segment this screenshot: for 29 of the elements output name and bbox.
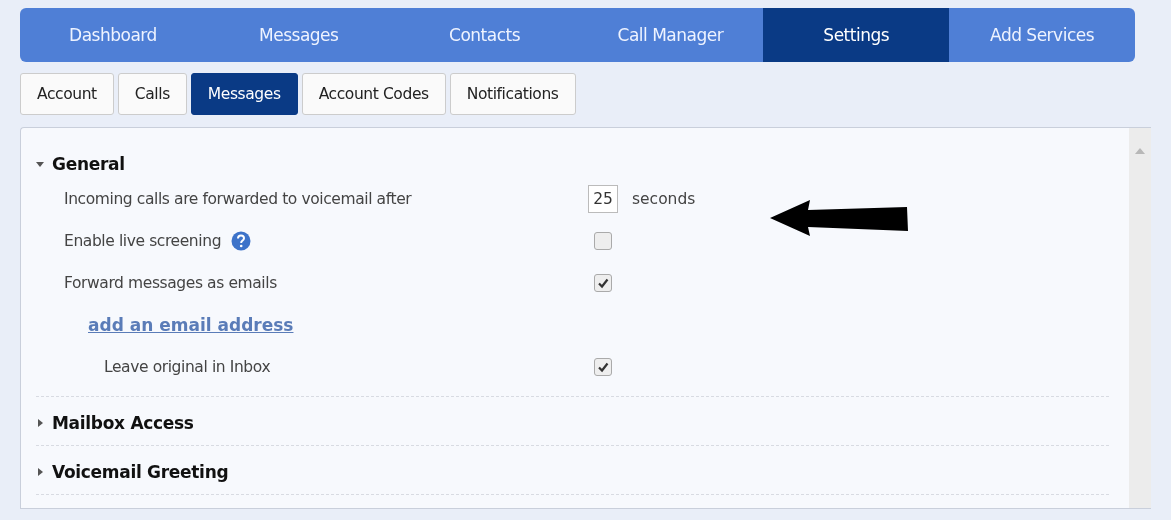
sub-tab[interactable]: Notifications (449, 73, 576, 115)
setting-label: Incoming calls are forwarded to voicemail after (64, 190, 412, 208)
sub-tab[interactable]: Account (20, 73, 114, 115)
expand-arrow-icon[interactable] (36, 160, 44, 168)
add-email-link[interactable]: add an email address (88, 315, 294, 335)
sub-tab[interactable]: Calls (117, 73, 187, 115)
setting-label: Leave original in Inbox (104, 358, 271, 376)
section-title[interactable]: Mailbox Access (52, 413, 194, 433)
nav-tab[interactable]: Call Manager (577, 8, 764, 62)
expand-arrow-icon[interactable] (36, 468, 44, 476)
checkbox[interactable] (594, 274, 612, 292)
sub-tab[interactable]: Messages (190, 73, 298, 115)
nav-tab[interactable]: Add Services (949, 8, 1135, 62)
expand-arrow-icon[interactable] (36, 419, 44, 427)
setting-label: Forward messages as emails (64, 274, 277, 292)
checkbox[interactable] (594, 232, 612, 250)
nav-tab[interactable]: Dashboard (20, 8, 206, 62)
checkbox[interactable] (594, 358, 612, 376)
unit-label: seconds (632, 190, 696, 208)
section-title[interactable]: Voicemail Greeting (52, 462, 229, 482)
nav-tab[interactable]: Contacts (391, 8, 578, 62)
sub-tab[interactable]: Account Codes (301, 73, 446, 115)
nav-tab[interactable]: Settings (763, 8, 950, 62)
setting-label: Enable live screening (64, 232, 222, 250)
scrollbar[interactable] (1129, 128, 1151, 508)
seconds-input[interactable]: 25 (588, 185, 618, 213)
nav-tab[interactable]: Messages (205, 8, 392, 62)
help-icon[interactable] (231, 231, 252, 251)
section-title[interactable]: General (52, 154, 125, 174)
